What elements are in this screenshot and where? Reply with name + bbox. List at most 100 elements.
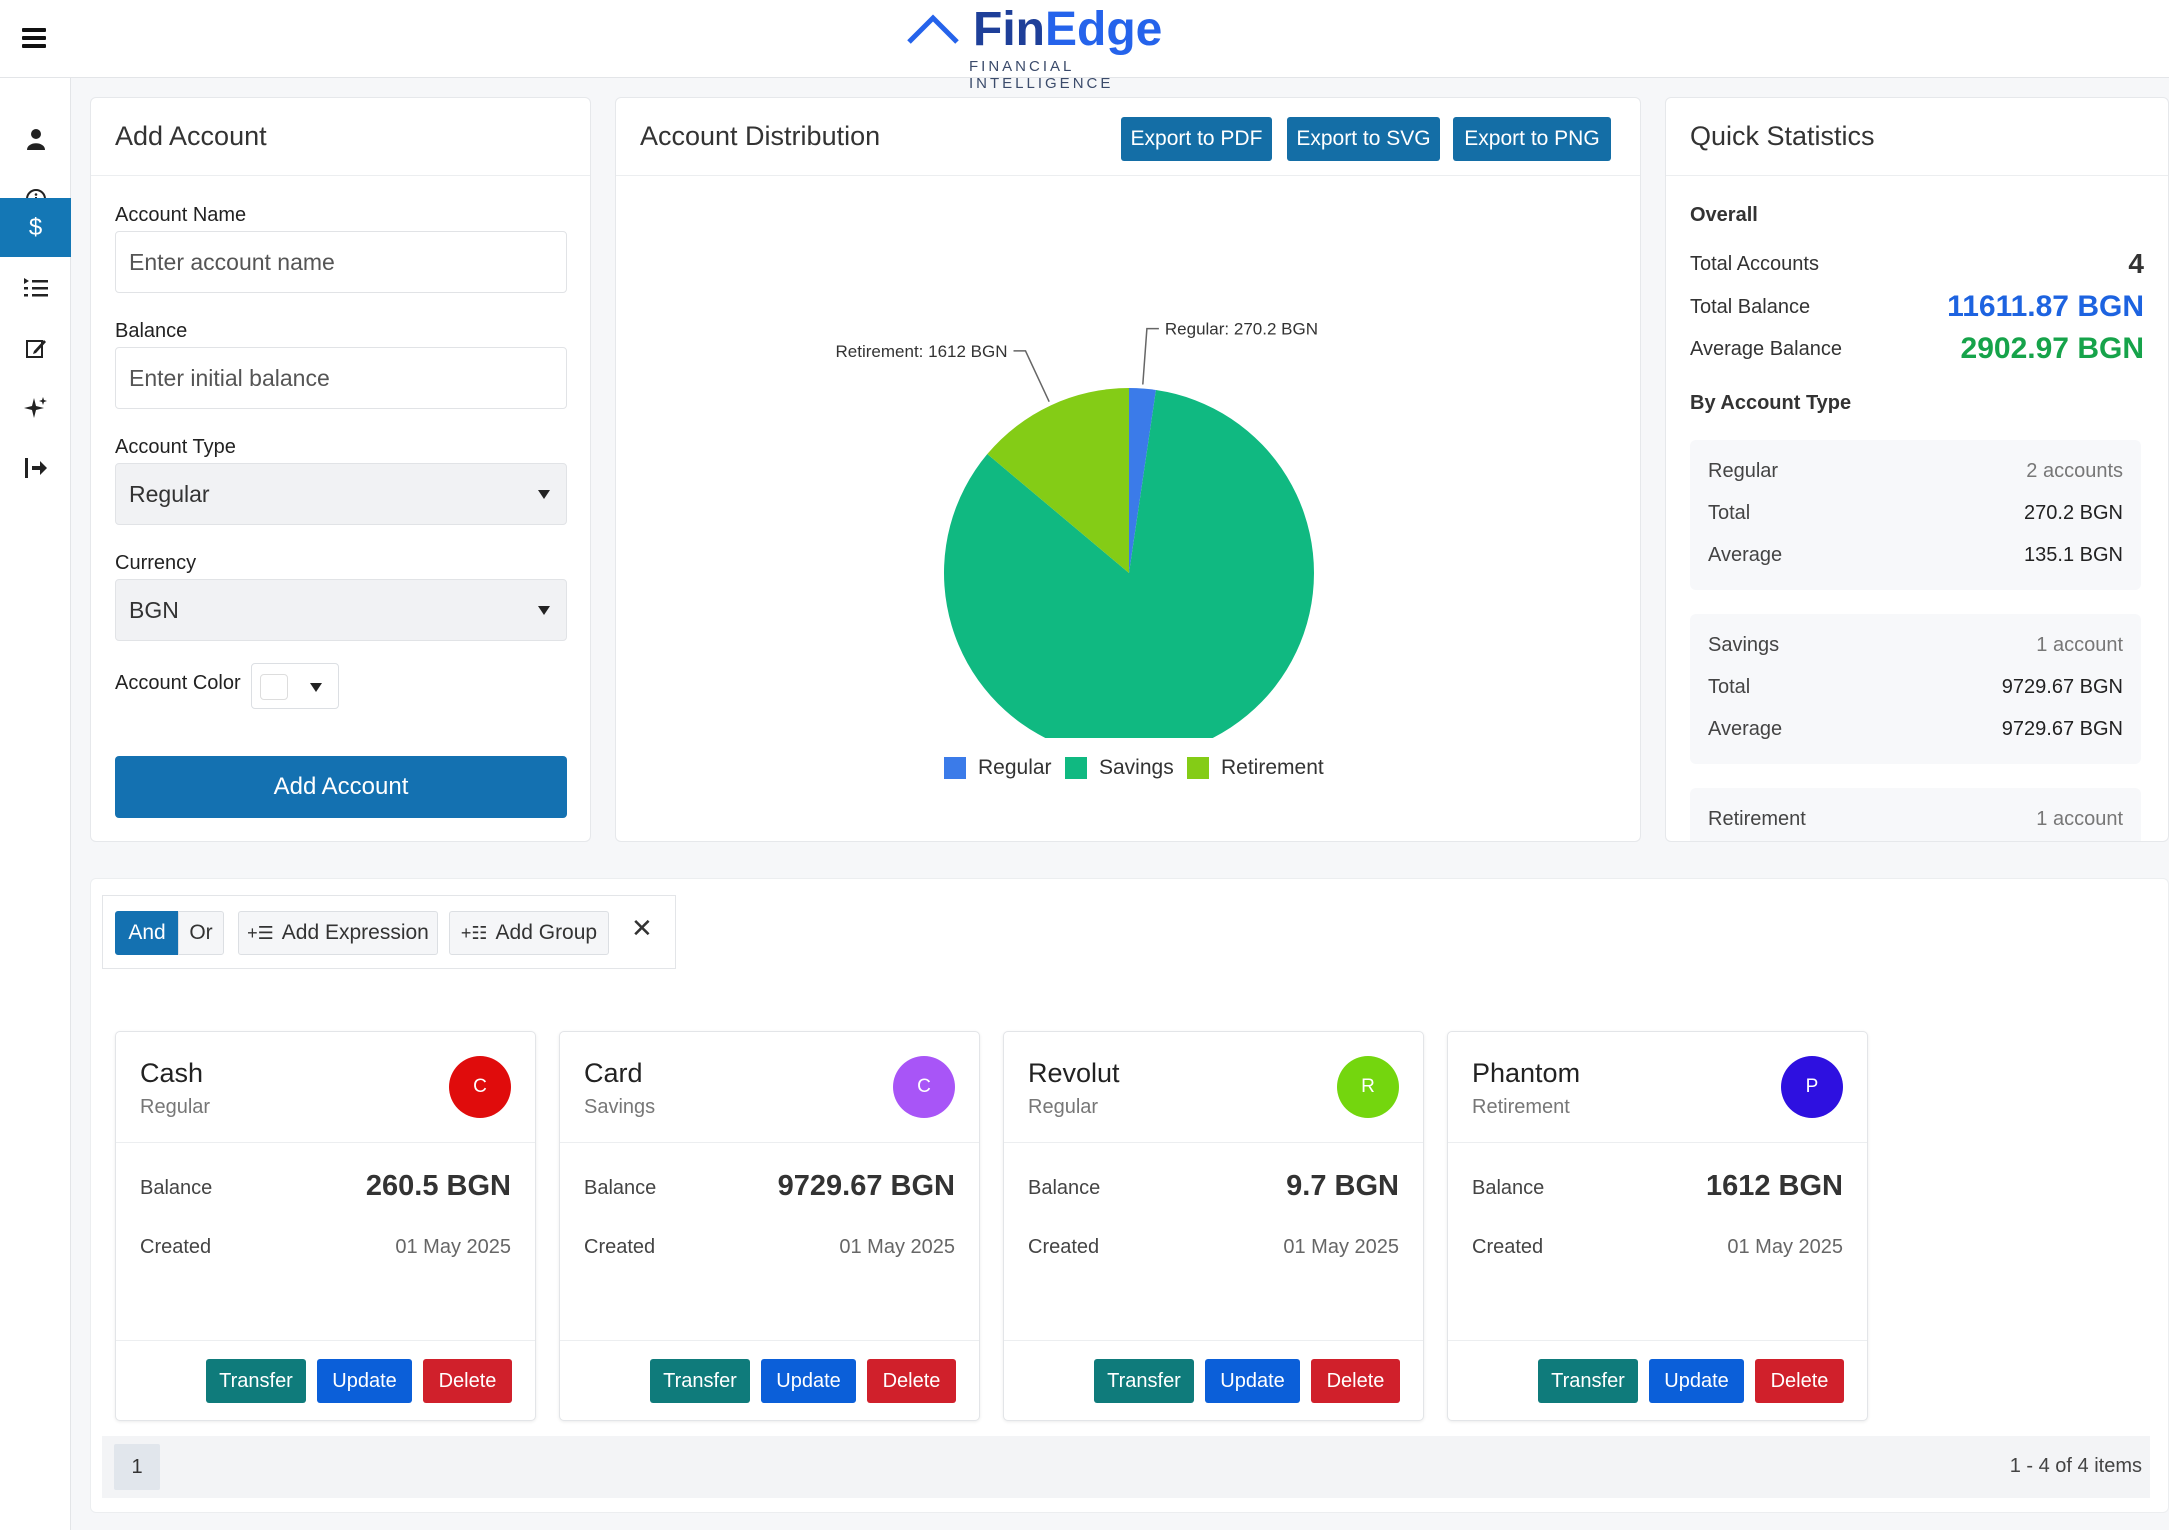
or-toggle[interactable]: Or: [178, 911, 224, 955]
card-divider: [1004, 1340, 1423, 1341]
legend-item-retirement[interactable]: Retirement: [1187, 756, 1324, 780]
account-name-input[interactable]: Enter account name: [115, 231, 567, 293]
query-builder: And Or +☰ Add Expression +☷ Add Group ✕: [102, 895, 676, 969]
total-accounts-row: Total Accounts 4: [1690, 248, 2144, 280]
account-card[interactable]: Cash Regular C Balance 260.5 BGN Created…: [115, 1031, 536, 1421]
card-divider: [560, 1340, 979, 1341]
delete-button[interactable]: Delete: [423, 1359, 512, 1403]
total-balance-value: 11611.87 BGN: [1947, 290, 2144, 323]
created-label: Created: [1028, 1236, 1100, 1258]
account-name: Phantom: [1472, 1058, 1581, 1088]
legend-item-regular[interactable]: Regular: [944, 756, 1052, 780]
total-balance-label: Total Balance: [1690, 295, 1811, 318]
account-type-value: Regular: [129, 480, 210, 507]
delete-button[interactable]: Delete: [867, 1359, 956, 1403]
account-name: Revolut: [1028, 1058, 1120, 1088]
transfer-button[interactable]: Transfer: [650, 1359, 750, 1403]
data-label-retirement: Retirement: 1612 BGN: [836, 342, 1008, 361]
add-expression-button[interactable]: +☰ Add Expression: [238, 911, 438, 955]
account-type: Regular: [140, 1096, 211, 1118]
update-button[interactable]: Update: [317, 1359, 412, 1403]
card-divider: [1448, 1340, 1867, 1341]
balance-value: 9729.67 BGN: [777, 1170, 955, 1202]
export-svg-button[interactable]: Export to SVG: [1287, 117, 1440, 161]
sidebar-edit-icon[interactable]: [0, 318, 71, 378]
top-bar: FinEdge FINANCIAL INTELLIGENCE: [0, 0, 2169, 92]
chevron-down-icon: [538, 490, 550, 499]
add-group-icon: +☷: [460, 922, 488, 943]
average-balance-label: Average Balance: [1690, 337, 1842, 360]
update-button[interactable]: Update: [1205, 1359, 1300, 1403]
account-name-label: Account Name: [115, 204, 247, 226]
type-group-retirement: Retirement 1 account: [1690, 788, 2141, 841]
data-label-regular: Regular: 270.2 BGN: [1165, 320, 1318, 339]
callout-line: [1013, 350, 1050, 403]
add-account-panel: Add Account Account Name Enter account n…: [90, 97, 591, 842]
balance-label: Balance: [1472, 1177, 1545, 1199]
finedge-logo[interactable]: FinEdge FINANCIAL INTELLIGENCE: [905, 2, 1195, 92]
account-distribution-panel: Account Distribution Export to PDF Expor…: [615, 97, 1641, 842]
card-divider: [116, 1142, 535, 1143]
update-button[interactable]: Update: [1649, 1359, 1744, 1403]
account-card[interactable]: Card Savings C Balance 9729.67 BGN Creat…: [559, 1031, 980, 1421]
balance-value: 1612 BGN: [1705, 1170, 1843, 1202]
account-avatar: C: [893, 1056, 955, 1118]
account-type-select[interactable]: Regular: [115, 463, 567, 525]
account-avatar: C: [449, 1056, 511, 1118]
account-type: Savings: [584, 1096, 656, 1118]
pie-chart: Regular: 270.2 BGNSavings: 9729.67 BGNRe…: [836, 320, 1318, 738]
account-card[interactable]: Phantom Retirement P Balance 1612 BGN Cr…: [1447, 1031, 1868, 1421]
logo-chevron-icon: [907, 14, 959, 44]
currency-select[interactable]: BGN: [115, 579, 567, 641]
sidebar: $: [0, 78, 71, 1530]
pagination-info: 1 - 4 of 4 items: [2009, 1455, 2142, 1477]
add-group-button[interactable]: +☷ Add Group: [449, 911, 609, 955]
delete-button[interactable]: Delete: [1311, 1359, 1400, 1403]
sidebar-logout-icon[interactable]: [0, 438, 71, 498]
balance-value: 260.5 BGN: [365, 1170, 511, 1202]
created-value: 01 May 2025: [1727, 1236, 1843, 1258]
brand-name: FinEdge: [973, 3, 1163, 56]
transfer-button[interactable]: Transfer: [1094, 1359, 1194, 1403]
callout-line: [1142, 327, 1159, 385]
update-button[interactable]: Update: [761, 1359, 856, 1403]
and-toggle[interactable]: And: [115, 911, 179, 955]
card-divider: [116, 1340, 535, 1341]
panel-title: Add Account: [91, 98, 590, 176]
sidebar-user-icon[interactable]: [0, 109, 71, 169]
card-divider: [1004, 1142, 1423, 1143]
created-label: Created: [584, 1236, 656, 1258]
account-type: Retirement: [1472, 1096, 1570, 1118]
close-icon[interactable]: ✕: [631, 913, 653, 944]
account-card[interactable]: Revolut Regular R Balance 9.7 BGN Create…: [1003, 1031, 1424, 1421]
add-expression-icon: +☰: [247, 922, 274, 943]
account-avatar: P: [1781, 1056, 1843, 1118]
sidebar-dollar-icon[interactable]: $: [0, 198, 71, 257]
sidebar-list-icon[interactable]: [0, 258, 71, 318]
balance-label: Balance: [584, 1177, 657, 1199]
currency-label: Currency: [115, 552, 197, 574]
total-accounts-label: Total Accounts: [1690, 252, 1819, 275]
transfer-button[interactable]: Transfer: [206, 1359, 306, 1403]
balance-value: 9.7 BGN: [1286, 1170, 1399, 1202]
legend-item-savings[interactable]: Savings: [1065, 756, 1174, 780]
type-group-savings: Savings 1 account Total 9729.67 BGN Averag…: [1690, 614, 2141, 764]
add-account-button[interactable]: Add Account: [115, 756, 567, 818]
balance-label: Balance: [140, 1177, 213, 1199]
account-type-label: Account Type: [115, 436, 236, 458]
export-pdf-button[interactable]: Export to PDF: [1121, 117, 1272, 161]
created-label: Created: [140, 1236, 212, 1258]
balance-input[interactable]: Enter initial balance: [115, 347, 567, 409]
delete-button[interactable]: Delete: [1755, 1359, 1844, 1403]
account-color-picker[interactable]: [251, 663, 339, 709]
account-name: Cash: [140, 1058, 204, 1088]
sidebar-sparkle-icon[interactable]: [0, 378, 71, 438]
total-balance-row: Total Balance 11611.87 BGN: [1690, 290, 2144, 324]
chevron-down-icon: [538, 606, 550, 615]
hamburger-menu-icon[interactable]: [22, 28, 46, 48]
quick-statistics-panel: Quick Statistics Overall Total Accounts …: [1665, 97, 2169, 842]
account-color-label: Account Color: [115, 672, 241, 694]
page-button[interactable]: 1: [114, 1444, 160, 1490]
transfer-button[interactable]: Transfer: [1538, 1359, 1638, 1403]
export-png-button[interactable]: Export to PNG: [1453, 117, 1611, 161]
